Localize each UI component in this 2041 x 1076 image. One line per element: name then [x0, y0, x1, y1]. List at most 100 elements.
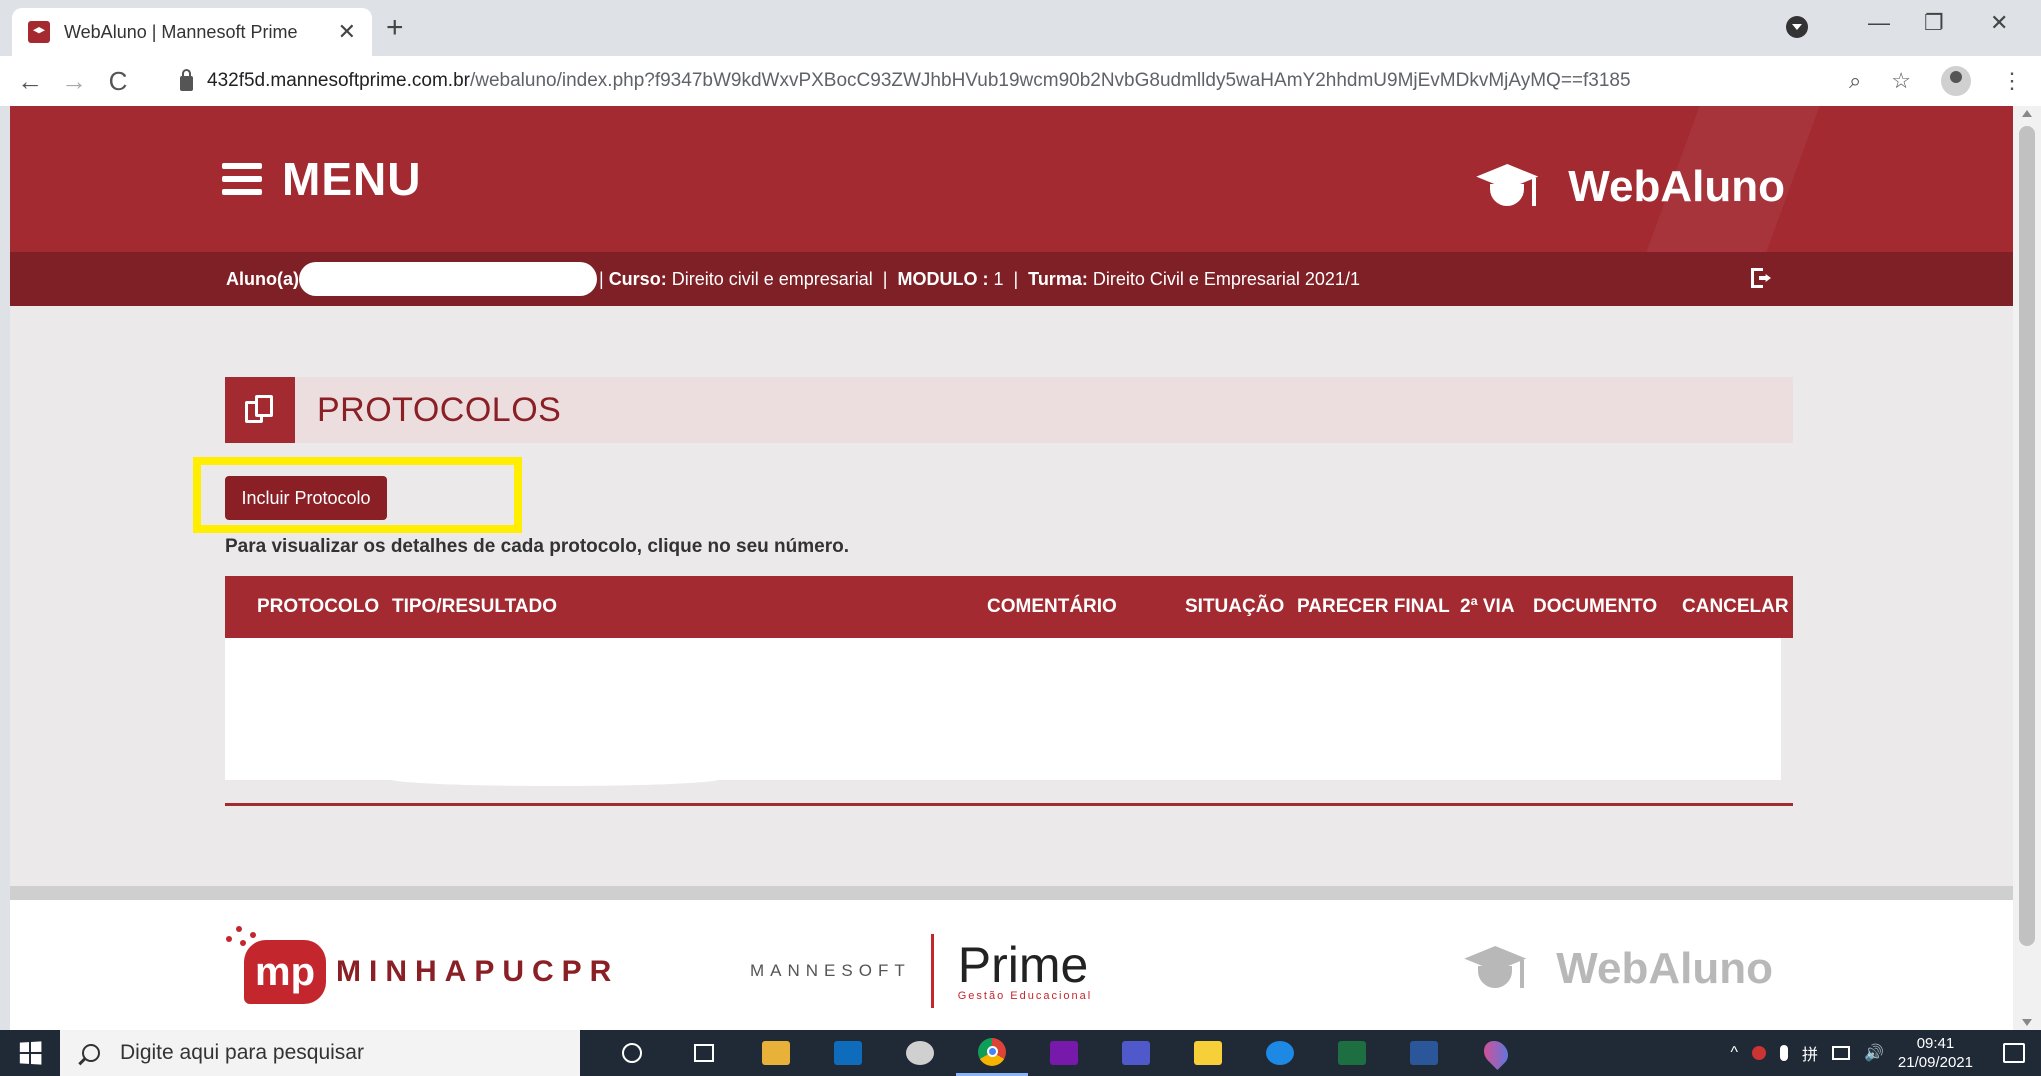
restore-button[interactable]: ❐ [1924, 10, 1944, 36]
add-protocol-button[interactable]: Incluir Protocolo [225, 476, 387, 520]
logout-icon[interactable] [1751, 268, 1771, 288]
clock-time: 09:41 [1916, 1035, 1955, 1052]
student-info-bar: Aluno(a) | Curso: Direito civil e empres… [10, 252, 2013, 306]
network-status-icon[interactable] [1751, 1046, 1766, 1060]
search-icon [82, 1044, 100, 1062]
protocol-hint-text: Para visualizar os detalhes de cada prot… [225, 536, 850, 557]
graduation-cap-icon [1464, 946, 1527, 992]
task-view-icon[interactable] [668, 1030, 740, 1076]
reload-button[interactable]: C [96, 66, 140, 97]
maps-pin-icon[interactable] [1460, 1030, 1532, 1076]
student-name-redacted [298, 262, 597, 296]
mannesoft-prime-logo: MANNESOFT Prime Gestão Educacional [750, 934, 1092, 1008]
mp-dots-decoration [226, 926, 256, 956]
taskbar-search-placeholder: Digite aqui para pesquisar [120, 1041, 364, 1064]
table-bottom-rule [225, 803, 1793, 806]
prime-text: Prime [957, 937, 1089, 993]
column-header-situacao: SITUAÇÃO [1185, 596, 1285, 617]
new-tab-button[interactable]: + [386, 12, 404, 44]
onenote-icon[interactable] [1028, 1030, 1100, 1076]
site-header: MENU WebAluno [10, 106, 2013, 252]
address-bar-actions: ⌕ ☆ ⋮ [1849, 66, 2023, 96]
scrollbar-thumb[interactable] [2019, 126, 2035, 946]
column-header-comentario: COMENTÁRIO [987, 596, 1117, 617]
prime-separator [930, 934, 934, 1008]
display-icon[interactable] [1832, 1046, 1850, 1060]
minhapucpr-text: MINHAPUCPR [336, 955, 620, 988]
scroll-up-arrow-icon[interactable] [2022, 110, 2032, 117]
module-value: 1 [993, 268, 1004, 289]
address-bar: ← → C 432f5d.mannesoftprime.com.br/webal… [0, 56, 2041, 106]
taskbar-apps [596, 1030, 1532, 1076]
lock-icon[interactable] [180, 68, 193, 91]
outlook-icon[interactable] [812, 1030, 884, 1076]
start-button[interactable] [0, 1030, 60, 1076]
zoom-icon[interactable]: ⌕ [1849, 68, 1861, 94]
bookmark-star-icon[interactable]: ☆ [1891, 68, 1911, 94]
page-title: PROTOCOLOS [317, 390, 562, 429]
notification-center-icon[interactable] [2003, 1043, 2025, 1063]
windows-logo-icon [19, 1041, 42, 1065]
protocols-panel-header: PROTOCOLOS [225, 377, 1793, 443]
profile-avatar-icon[interactable] [1941, 66, 1971, 96]
column-header-protocolo: PROTOCOLO [257, 596, 380, 617]
taskbar-search[interactable]: Digite aqui para pesquisar [60, 1030, 580, 1076]
url-path: /webaluno/index.php?f9347bW9kdWxvPXBocC9… [469, 70, 1631, 91]
graduation-cap-icon [1476, 164, 1539, 210]
minimize-button[interactable]: — [1868, 10, 1890, 36]
chrome-media-icon[interactable] [1786, 16, 1808, 38]
redaction-strip [390, 772, 720, 786]
menu-button[interactable]: MENU [222, 152, 421, 206]
url-field[interactable]: 432f5d.mannesoftprime.com.br/webaluno/in… [180, 66, 1631, 96]
class-value: Direito Civil e Empresarial 2021/1 [1092, 268, 1360, 289]
url-host: 432f5d.mannesoftprime.com.br [207, 70, 470, 91]
system-tray: ^ 拼 🔊 09:41 21/09/2021 [1730, 1030, 2041, 1076]
chrome-icon[interactable] [956, 1030, 1028, 1076]
back-button[interactable]: ← [8, 66, 52, 97]
taskbar-clock[interactable]: 09:41 21/09/2021 [1898, 1034, 1973, 1072]
word-icon[interactable] [1388, 1030, 1460, 1076]
file-explorer-icon[interactable] [740, 1030, 812, 1076]
edge-icon[interactable] [1244, 1030, 1316, 1076]
column-header-parecer-final: PARECER FINAL [1297, 596, 1450, 617]
more-menu-icon[interactable]: ⋮ [2001, 68, 2023, 94]
cortana-icon[interactable] [596, 1030, 668, 1076]
panel-icon-box [225, 377, 295, 443]
teams-icon[interactable] [1100, 1030, 1172, 1076]
mp-badge: mp [226, 926, 326, 1004]
footer-webaluno-logo: WebAluno [1464, 944, 1773, 994]
prime-subtitle: Gestão Educacional [957, 990, 1093, 1002]
microphone-icon[interactable] [1779, 1045, 1788, 1061]
protocols-table-body [225, 638, 1781, 780]
course-label: Curso: [608, 268, 667, 289]
browser-tab-strip: WebAluno | Mannesoft Prime ✕ + — ❐ ✕ [0, 0, 2041, 56]
page-scrollbar[interactable] [2013, 106, 2041, 1030]
forward-button[interactable]: → [52, 66, 96, 97]
mp-badge-text: mp [255, 949, 315, 994]
menu-label: MENU [282, 153, 422, 205]
tab-close-icon[interactable]: ✕ [338, 19, 356, 45]
column-header-cancelar: CANCELAR [1682, 596, 1789, 617]
site-footer: mp MINHAPUCPR MANNESOFT Prime Gestão Edu… [10, 900, 2013, 1030]
column-header-tipo-resultado: TIPO/RESULTADO [392, 596, 558, 617]
protocols-table-header: PROTOCOLO TIPO/RESULTADO COMENTÁRIO SITU… [225, 576, 1793, 638]
page-viewport: MENU WebAluno Aluno(a) | Curso: Direito … [10, 106, 2013, 1030]
paint-icon[interactable] [884, 1030, 956, 1076]
excel-icon[interactable] [1316, 1030, 1388, 1076]
minhapucpr-logo[interactable]: mp MINHAPUCPR [226, 926, 620, 1004]
column-header-segunda-via: 2ª VIA [1460, 596, 1515, 617]
brand-name: WebAluno [1568, 162, 1785, 211]
header-brand: WebAluno [1476, 162, 1785, 212]
divider: | [1013, 268, 1019, 289]
volume-icon[interactable]: 🔊 [1864, 1043, 1884, 1063]
divider: | [882, 268, 888, 289]
tray-chevron-icon[interactable]: ^ [1730, 1044, 1738, 1062]
keyboard-icon[interactable]: 拼 [1802, 1041, 1818, 1065]
sticky-notes-icon[interactable] [1172, 1030, 1244, 1076]
module-label: MODULO : [897, 268, 989, 289]
close-window-button[interactable]: ✕ [1990, 10, 2008, 36]
divider: | [598, 268, 604, 289]
browser-tab[interactable]: WebAluno | Mannesoft Prime ✕ [12, 8, 372, 56]
class-label: Turma: [1028, 268, 1088, 289]
scroll-down-arrow-icon[interactable] [2022, 1019, 2032, 1026]
